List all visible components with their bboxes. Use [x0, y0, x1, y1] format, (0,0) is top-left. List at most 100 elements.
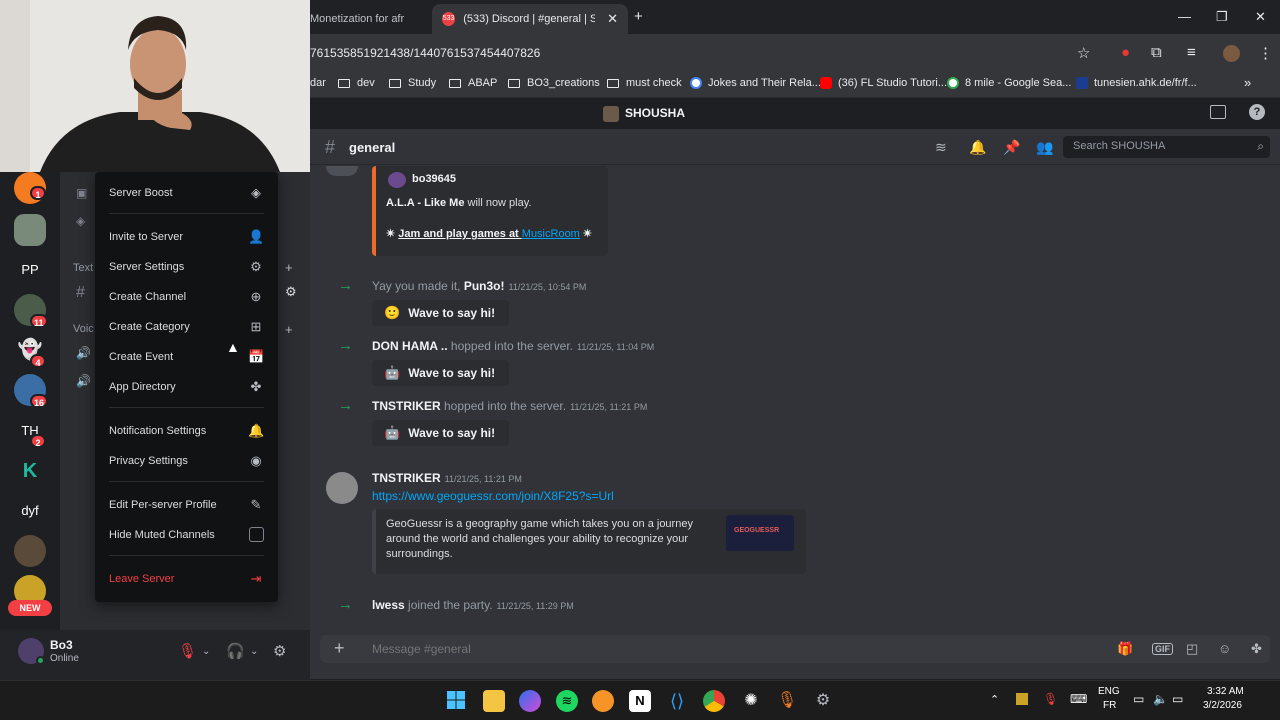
spotify-icon[interactable]: ≋: [556, 690, 578, 712]
musicroom-link[interactable]: MusicRoom: [522, 228, 580, 240]
server-icon[interactable]: PP: [14, 254, 46, 286]
playlist-icon[interactable]: ≡: [1187, 44, 1196, 61]
emoji-icon[interactable]: ☺: [1218, 641, 1231, 656]
gif-icon[interactable]: GIF: [1152, 643, 1173, 655]
menu-item-privacy-settings[interactable]: Privacy Settings ◉: [103, 448, 270, 474]
bookmark-folder[interactable]: BO3_creations: [508, 77, 600, 89]
network-icon[interactable]: ▭: [1133, 692, 1144, 706]
chevron-down-icon[interactable]: ⌄: [250, 646, 258, 657]
wave-button[interactable]: 🤖 Wave to say hi!: [372, 360, 510, 386]
bookmark-folder[interactable]: dev: [338, 77, 375, 89]
microphone-app-icon[interactable]: 🎙: [776, 690, 798, 712]
bookmark-item[interactable]: 8 mile - Google Sea...: [947, 77, 1071, 89]
pin-icon[interactable]: 📌: [1003, 139, 1020, 156]
bookmark-item[interactable]: (36) FL Studio Tutori...: [820, 77, 947, 89]
bookmark-folder[interactable]: Study: [389, 77, 436, 89]
close-window-button[interactable]: ✕: [1255, 9, 1266, 25]
vscode-icon[interactable]: ⟨⟩: [666, 690, 688, 712]
threads-icon[interactable]: ≋: [935, 139, 947, 156]
add-channel-icon[interactable]: +: [285, 322, 293, 337]
gear-icon[interactable]: ⚙: [273, 642, 286, 660]
notion-icon[interactable]: N: [629, 690, 651, 712]
bookmark-folder[interactable]: ABAP: [449, 77, 497, 89]
chevron-down-icon[interactable]: ⌄: [202, 646, 210, 657]
message-input[interactable]: [372, 642, 972, 656]
category-label[interactable]: Voic: [73, 323, 94, 335]
clock-time[interactable]: 3:32 AM: [1207, 686, 1244, 697]
extension-record-icon[interactable]: ●: [1121, 44, 1130, 61]
menu-item-edit-profile[interactable]: Edit Per-server Profile ✎: [103, 492, 270, 518]
close-tab-icon[interactable]: ✕: [607, 11, 618, 27]
menu-item-create-channel[interactable]: Create Channel ⊕: [103, 284, 270, 310]
bookmark-item[interactable]: tunesien.ahk.de/fr/f...: [1076, 77, 1197, 89]
browser-tab[interactable]: Monetization for afr: [300, 4, 430, 34]
star-icon[interactable]: ☆: [1077, 44, 1090, 62]
inbox-icon[interactable]: [1210, 105, 1226, 119]
wave-button[interactable]: 🤖 Wave to say hi!: [372, 420, 510, 446]
sticker-icon[interactable]: ◰: [1186, 641, 1198, 657]
tray-app-icon[interactable]: [1016, 693, 1028, 705]
chatgpt-icon[interactable]: ✺: [740, 690, 762, 712]
new-badge[interactable]: NEW: [8, 600, 52, 616]
menu-item-notification-settings[interactable]: Notification Settings 🔔: [103, 418, 270, 444]
server-icon[interactable]: dyf: [14, 495, 46, 527]
more-bookmarks-button[interactable]: »: [1244, 75, 1251, 90]
events-icon[interactable]: ▣: [76, 186, 87, 200]
menu-item-app-directory[interactable]: App Directory ✤: [103, 374, 270, 400]
hide-muted-checkbox[interactable]: [249, 527, 264, 542]
help-icon[interactable]: ?: [1249, 104, 1265, 120]
volume-icon[interactable]: 🔈: [1153, 692, 1168, 706]
copilot-icon[interactable]: [519, 690, 541, 712]
apps-icon[interactable]: ✤: [1251, 641, 1262, 657]
new-tab-button[interactable]: +: [634, 8, 643, 25]
search-input[interactable]: Search SHOUSHA ⌕: [1063, 136, 1270, 158]
browser-tab-active[interactable]: 533 (533) Discord | #general | SHO ✕: [432, 4, 628, 34]
menu-item-create-category[interactable]: Create Category ⊞: [103, 314, 270, 340]
menu-item-create-event[interactable]: Create Event 📅: [103, 344, 270, 370]
menu-dots-icon[interactable]: ⋮: [1258, 44, 1273, 62]
extensions-icon[interactable]: ⧉: [1151, 44, 1162, 61]
gift-icon[interactable]: 🎁: [1117, 641, 1133, 657]
mic-tray-icon[interactable]: 🎙: [1043, 692, 1058, 706]
bell-icon[interactable]: 🔔: [969, 139, 986, 156]
mic-muted-icon[interactable]: 🎙: [178, 642, 197, 660]
menu-item-leave-server[interactable]: Leave Server ⇥: [103, 566, 270, 592]
battery-icon[interactable]: ▭: [1172, 692, 1183, 706]
bookmark-item[interactable]: dar: [310, 77, 326, 89]
keyboard-icon[interactable]: ⌨: [1070, 692, 1087, 706]
avatar[interactable]: [326, 472, 358, 504]
user-name[interactable]: Bo3: [50, 638, 73, 652]
members-icon[interactable]: 👥: [1036, 139, 1053, 156]
server-icon[interactable]: K: [14, 455, 46, 487]
username[interactable]: DON HAMA ..: [372, 339, 448, 353]
bookmark-item[interactable]: Jokes and Their Rela...: [690, 77, 821, 89]
menu-item-hide-muted[interactable]: Hide Muted Channels: [103, 522, 270, 548]
maximize-button[interactable]: ❐: [1216, 9, 1228, 25]
attach-plus-icon[interactable]: +: [334, 638, 345, 659]
clock-date[interactable]: 3/2/2026: [1203, 700, 1242, 711]
windows-start-icon[interactable]: [445, 690, 467, 712]
username[interactable]: TNSTRIKER: [372, 399, 441, 413]
bookmark-folder[interactable]: must check: [607, 77, 682, 89]
menu-item-invite[interactable]: Invite to Server 👤: [103, 224, 270, 250]
server-icon[interactable]: [14, 214, 46, 246]
server-icon[interactable]: [14, 535, 46, 567]
boost-icon[interactable]: ◈: [76, 214, 85, 228]
username[interactable]: Pun3o!: [464, 279, 505, 293]
menu-item-server-settings[interactable]: Server Settings ⚙: [103, 254, 270, 280]
add-channel-icon[interactable]: +: [285, 260, 293, 275]
message-link[interactable]: https://www.geoguessr.com/join/X8F25?s=U…: [372, 489, 614, 503]
username[interactable]: lwess: [372, 598, 405, 612]
minimize-button[interactable]: —: [1178, 9, 1191, 24]
language-indicator[interactable]: ENG: [1098, 686, 1120, 697]
fl-studio-icon[interactable]: [592, 690, 614, 712]
embed-thumbnail[interactable]: GEOGUESSR: [726, 515, 794, 551]
headphones-icon[interactable]: 🎧: [226, 642, 245, 660]
menu-item-server-boost[interactable]: Server Boost ◈: [103, 180, 270, 206]
file-explorer-icon[interactable]: [483, 690, 505, 712]
settings-app-icon[interactable]: ⚙: [812, 690, 834, 712]
category-label[interactable]: Text: [73, 262, 93, 274]
chrome-icon[interactable]: [703, 690, 725, 712]
profile-avatar[interactable]: [1223, 45, 1240, 62]
gear-icon[interactable]: ⚙: [285, 284, 297, 300]
